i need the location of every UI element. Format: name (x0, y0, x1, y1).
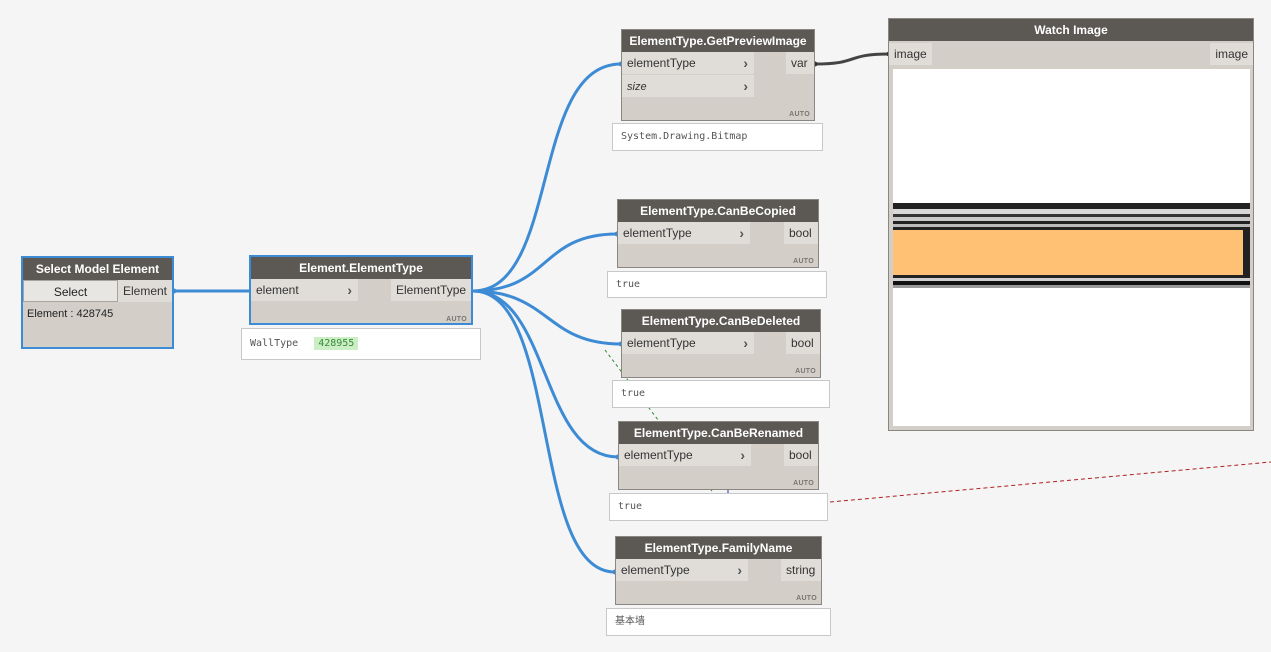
output-port-image[interactable]: image (1210, 43, 1253, 65)
preview-bubble-canbecopied[interactable]: true (607, 271, 827, 298)
output-port-bool[interactable]: bool (784, 222, 818, 244)
wire-to-canbecopied[interactable] (472, 232, 618, 293)
node-title[interactable]: Select Model Element (23, 258, 172, 280)
preview-bubble-familyname[interactable]: 基本墙 (606, 608, 831, 636)
node-title[interactable]: ElementType.CanBeRenamed (619, 422, 818, 444)
canbedeleted-node[interactable]: ElementType.CanBeDeleted elementType › b… (621, 309, 821, 378)
output-port-string[interactable]: string (781, 559, 821, 581)
input-port-elementtype[interactable]: elementType › (622, 332, 754, 354)
preview-bubble-getpreviewimage[interactable]: System.Drawing.Bitmap (612, 123, 823, 151)
node-title[interactable]: ElementType.FamilyName (616, 537, 821, 559)
wire-to-watchimage[interactable] (814, 52, 890, 66)
canberenamed-node[interactable]: ElementType.CanBeRenamed elementType › b… (618, 421, 819, 490)
input-port-label: elementType (627, 336, 696, 350)
chevron-right-icon: › (347, 282, 352, 298)
input-port-size[interactable]: size › (622, 75, 754, 97)
node-title[interactable]: ElementType.CanBeDeleted (622, 310, 820, 332)
output-port-element[interactable]: Element (118, 280, 172, 302)
chevron-right-icon: › (743, 55, 748, 71)
preview-bubble-elementtype[interactable]: WallType 428955 (241, 328, 481, 360)
preview-bubble-canbedeleted[interactable]: true (612, 380, 830, 408)
lacing-indicator: AUTO (795, 368, 816, 375)
chevron-right-icon: › (743, 78, 748, 94)
node-title[interactable]: ElementType.GetPreviewImage (622, 30, 814, 52)
input-port-elementtype[interactable]: elementType › (619, 444, 751, 466)
input-port-label: elementType (627, 56, 696, 70)
input-port-elementtype[interactable]: elementType › (616, 559, 748, 581)
input-port-elementtype[interactable]: elementType › (618, 222, 750, 244)
element-id-badge[interactable]: 428955 (314, 337, 359, 350)
chevron-right-icon: › (739, 225, 744, 241)
wall-section-image (893, 69, 1250, 426)
input-port-image[interactable]: image (889, 43, 932, 65)
canbecopied-node[interactable]: ElementType.CanBeCopied elementType › bo… (617, 199, 819, 268)
chevron-right-icon: › (743, 335, 748, 351)
familyname-node[interactable]: ElementType.FamilyName elementType › str… (615, 536, 822, 605)
lacing-indicator: AUTO (793, 480, 814, 487)
select-button[interactable]: Select (23, 280, 118, 302)
output-port-bool[interactable]: bool (784, 444, 818, 466)
input-port-label: element (256, 283, 299, 297)
dashed-guide-red (829, 461, 1271, 503)
watch-image-node[interactable]: Watch Image image image (888, 18, 1254, 431)
output-port-var[interactable]: var (786, 52, 814, 74)
input-port-element[interactable]: element › (251, 279, 358, 301)
element-id-text: Element : 428745 (27, 308, 114, 320)
lacing-indicator: AUTO (789, 111, 810, 118)
node-title[interactable]: ElementType.CanBeCopied (618, 200, 818, 222)
lacing-indicator: AUTO (446, 316, 467, 323)
watch-image-preview (893, 69, 1250, 426)
chevron-right-icon: › (740, 447, 745, 463)
input-port-label: size (627, 81, 647, 93)
select-model-element-node[interactable]: Select Model Element Select Element Elem… (21, 256, 174, 349)
element-elementtype-node[interactable]: Element.ElementType element › ElementTyp… (249, 255, 473, 325)
input-port-label: elementType (623, 226, 692, 240)
input-port-label: elementType (624, 448, 693, 462)
wire-to-getpreviewimage[interactable] (472, 62, 622, 293)
wire-to-familyname[interactable] (472, 289, 616, 574)
chevron-right-icon: › (737, 562, 742, 578)
preview-bubble-canberenamed[interactable]: true (609, 493, 828, 521)
node-title[interactable]: Watch Image (889, 19, 1253, 41)
node-title[interactable]: Element.ElementType (251, 257, 471, 279)
input-port-elementtype[interactable]: elementType › (622, 52, 754, 74)
output-port-bool[interactable]: bool (786, 332, 820, 354)
output-port-elementtype[interactable]: ElementType (391, 279, 471, 301)
getpreviewimage-node[interactable]: ElementType.GetPreviewImage elementType … (621, 29, 815, 121)
input-port-label: elementType (621, 563, 690, 577)
preview-type-text: WallType (250, 338, 299, 349)
lacing-indicator: AUTO (796, 595, 817, 602)
lacing-indicator: AUTO (793, 258, 814, 265)
